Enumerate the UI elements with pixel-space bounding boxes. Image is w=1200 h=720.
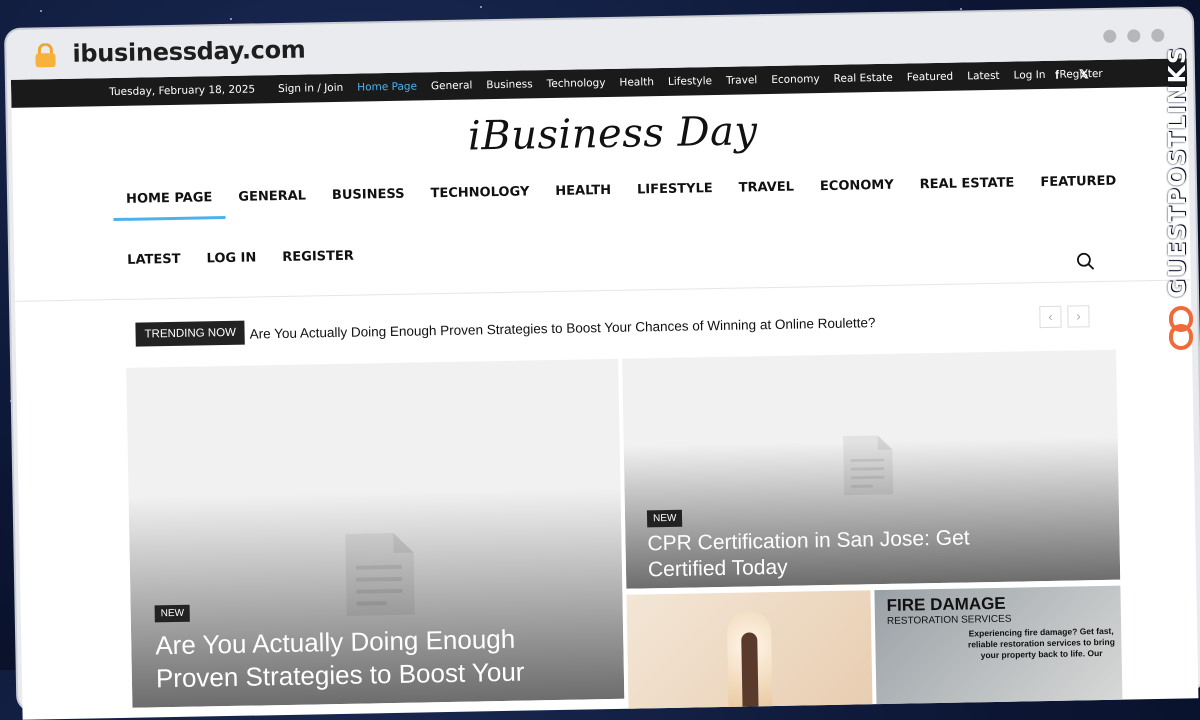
featured-card-small-right[interactable]: FIRE DAMAGE RESTORATION SERVICES Experie… [874,585,1123,711]
guestpostlinks-watermark: GUESTPOSTLINKS [1165,45,1191,298]
site-header: iBusiness Day HOME PAGE GENERAL BUSINESS… [11,86,1191,302]
ad-heading: FIRE DAMAGE [886,593,1006,615]
nav-economy[interactable]: ECONOMY [807,166,907,205]
nav-health[interactable]: HEALTH [542,171,624,209]
nav-general[interactable]: GENERAL [225,176,319,215]
topnav-latest[interactable]: Latest [960,70,1007,83]
nav-home-page[interactable]: HOME PAGE [113,178,226,217]
trending-label: TRENDING NOW [135,320,246,347]
main-nav: HOME PAGE GENERAL BUSINESS TECHNOLOGY HE… [113,163,1116,302]
window-control-dot[interactable] [1103,29,1117,43]
nav-log-in[interactable]: LOG IN [193,238,269,276]
card-title[interactable]: Are You Actually Doing Enough Proven Str… [155,622,576,695]
x-twitter-icon[interactable]: 𝕏 [1079,67,1089,81]
facebook-icon[interactable]: f [1055,68,1059,82]
main-nav-row: HOME PAGE GENERAL BUSINESS TECHNOLOGY HE… [113,163,1116,217]
trending-bar: TRENDING NOW Are You Actually Doing Enou… [135,303,1095,349]
silhouette-figure [741,632,759,713]
topnav-health[interactable]: Health [612,76,661,89]
featured-card-top-right[interactable]: NEW CPR Certification in San Jose: Get C… [622,349,1121,589]
browser-window: ibusinessday.com Tuesday, February 18, 2… [6,8,1200,720]
window-control-dot[interactable] [1127,29,1141,43]
nav-technology[interactable]: TECHNOLOGY [417,172,542,211]
topnav-login[interactable]: Log In [1007,69,1053,82]
nav-business[interactable]: BUSINESS [319,174,418,213]
trending-prev-button[interactable]: ‹ [1039,305,1062,329]
featured-card-large[interactable]: NEW Are You Actually Doing Enough Proven… [126,358,625,708]
trending-headline[interactable]: Are You Actually Doing Enough Proven Str… [249,315,875,341]
nav-register[interactable]: REGISTER [269,236,367,275]
nav-featured[interactable]: FEATURED [1027,161,1130,200]
topnav-featured[interactable]: Featured [900,71,961,84]
topnav-technology[interactable]: Technology [540,77,613,90]
main-nav-row: LATEST LOG IN REGISTER [114,224,1055,278]
topnav-signin[interactable]: Sign in / Join [271,82,350,95]
topnav-economy[interactable]: Economy [764,73,827,86]
new-badge: NEW [154,604,191,623]
topnav-general[interactable]: General [424,79,480,92]
nav-real-estate[interactable]: REAL ESTATE [906,163,1027,202]
card-title[interactable]: CPR Certification in San Jose: Get Certi… [647,525,1008,584]
search-icon[interactable] [1076,252,1095,270]
chain-link-icon [1169,306,1193,350]
topnav-home[interactable]: Home Page [350,80,424,93]
featured-card-small-left[interactable] [626,590,873,715]
topnav-travel[interactable]: Travel [719,74,764,87]
web-page: Tuesday, February 18, 2025 Sign in / Joi… [10,58,1199,720]
nav-travel[interactable]: TRAVEL [725,167,807,205]
topnav-real-estate[interactable]: Real Estate [827,72,900,85]
ad-subheading: RESTORATION SERVICES [886,613,1012,627]
topnav-lifestyle[interactable]: Lifestyle [661,75,719,88]
site-logo[interactable]: iBusiness Day [468,108,758,159]
topnav-business[interactable]: Business [479,78,540,91]
new-badge: NEW [646,509,683,528]
nav-latest[interactable]: LATEST [114,240,194,278]
window-control-dot[interactable] [1151,28,1165,43]
lock-icon [35,43,56,68]
address-bar-url[interactable]: ibusinessday.com [72,36,306,68]
trending-next-button[interactable]: › [1067,305,1090,328]
current-date: Tuesday, February 18, 2025 [109,83,256,99]
nav-lifestyle[interactable]: LIFESTYLE [624,169,726,208]
ad-text: Experiencing fire damage? Get fast, reli… [967,625,1115,661]
